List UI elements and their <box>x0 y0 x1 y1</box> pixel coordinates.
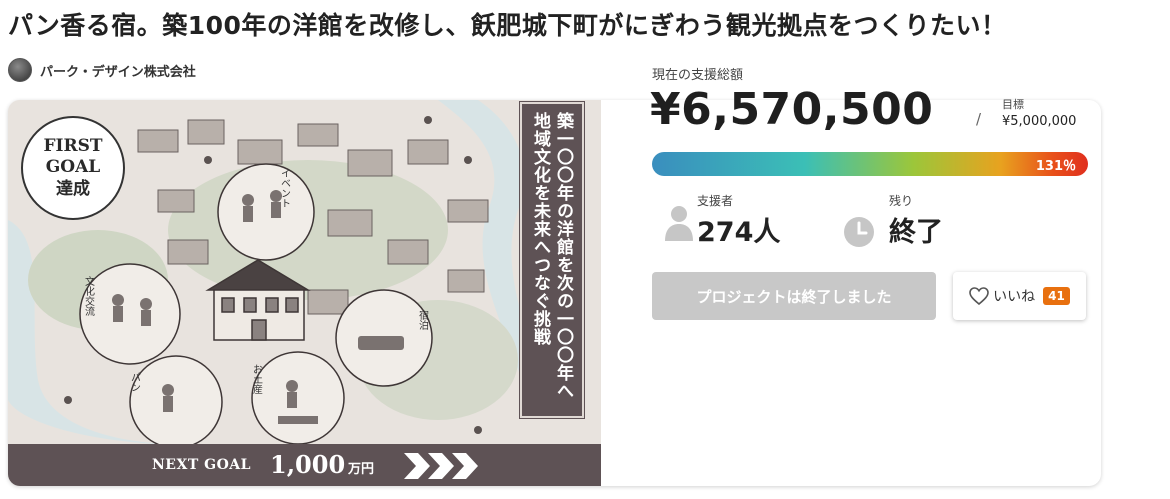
next-goal-label: NEXT GOAL <box>152 457 251 473</box>
badge-line-3: 達成 <box>56 178 90 199</box>
owner-name[interactable]: パーク・デザイン株式会社 <box>40 61 196 80</box>
bubble-label-event: イベント <box>279 168 291 208</box>
bubble-label-culture: 文化交流 <box>83 275 95 317</box>
badge-line-2: GOAL <box>45 157 101 178</box>
banner-text-left: 地域文化を未来へつなぐ挑戦 <box>530 112 550 346</box>
remaining-value: 終了 <box>889 217 943 248</box>
supporters-label: 支援者 <box>697 194 734 208</box>
project-owner[interactable]: パーク・デザイン株式会社 <box>8 58 196 82</box>
owner-avatar[interactable] <box>8 58 32 82</box>
project-ended-button[interactable]: プロジェクトは終了しました <box>652 272 936 320</box>
heart-icon <box>969 287 989 305</box>
person-icon <box>665 206 693 241</box>
target-amount: ¥5,000,000 <box>1002 114 1077 129</box>
bubble-label-souvenir: お土産 <box>251 364 263 395</box>
bubble-label-bread: パン <box>129 372 141 392</box>
badge-line-1: FIRST <box>43 136 103 157</box>
next-goal-bar: NEXT GOAL 1,000 万円 <box>8 444 601 486</box>
like-label: いいね <box>993 289 1036 305</box>
supporters-count: 274人 <box>697 217 781 248</box>
chevron-right-icon <box>404 453 478 479</box>
target-label: 目標 <box>1002 98 1024 111</box>
next-goal-unit: 万円 <box>348 462 375 477</box>
next-goal-amount: 1,000 <box>270 450 346 479</box>
banner-text-right: 築一〇〇年の洋館を次の一〇〇年へ <box>553 112 573 400</box>
total-support-amount: ¥6,570,500 <box>650 84 934 135</box>
bubble-label-stay: 宿泊 <box>417 309 429 331</box>
project-title: パン香る宿。築100年の洋館を改修し、飫肥城下町がにぎわう観光拠点をつくりたい！ <box>8 11 1007 40</box>
funding-progress-bar: 131％ <box>652 152 1088 176</box>
target-slash: / <box>976 110 982 128</box>
vertical-banner: 築一〇〇年の洋館を次の一〇〇年へ 地域文化を未来へつなぐ挑戦 <box>519 101 585 419</box>
project-hero-image: イベント 文化交流 宿泊 パン お土産 FIRST GOAL 達成 築一〇〇年の… <box>8 100 601 486</box>
total-support-label: 現在の支援総額 <box>652 68 744 83</box>
first-goal-badge: FIRST GOAL 達成 <box>21 116 125 220</box>
remaining-label: 残り <box>889 194 914 208</box>
progress-percent: 131％ <box>1035 159 1076 174</box>
like-count-badge: 41 <box>1043 287 1070 305</box>
clock-icon <box>844 217 874 247</box>
like-button[interactable]: いいね 41 <box>953 272 1086 320</box>
